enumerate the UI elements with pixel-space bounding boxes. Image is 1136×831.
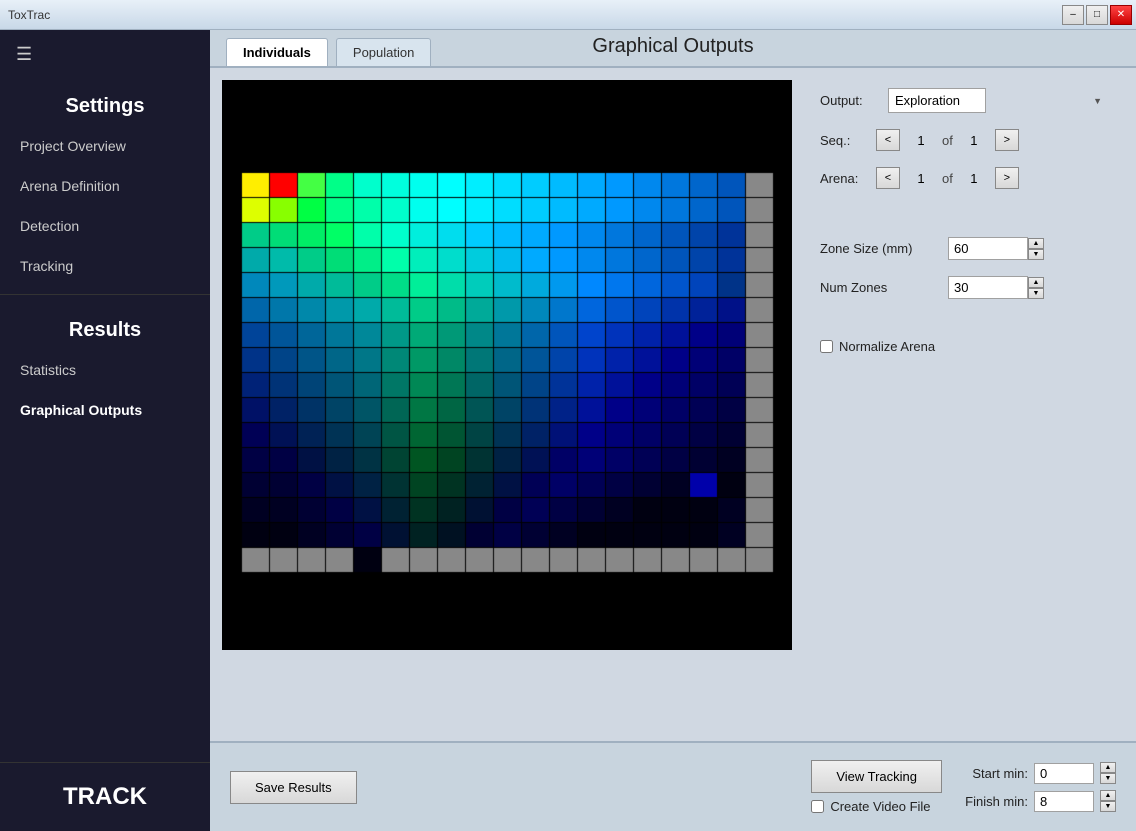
finish-min-input[interactable] bbox=[1034, 791, 1094, 812]
create-video-row: Create Video File bbox=[811, 799, 930, 814]
sidebar: ☰ Settings Project Overview Arena Defini… bbox=[0, 30, 210, 831]
zone-size-down[interactable]: ▼ bbox=[1028, 249, 1044, 260]
num-zones-buttons: ▲ ▼ bbox=[1028, 277, 1044, 299]
arena-of: of bbox=[942, 171, 953, 186]
output-label: Output: bbox=[820, 93, 880, 108]
tab-population[interactable]: Population bbox=[336, 38, 431, 66]
zone-size-row: Zone Size (mm) ▲ ▼ bbox=[820, 237, 1108, 260]
bottom-bar: Save Results View Tracking Create Video … bbox=[210, 741, 1136, 831]
num-zones-row: Num Zones ▲ ▼ bbox=[820, 276, 1108, 299]
output-select[interactable]: Exploration Heatmap Trajectory bbox=[888, 88, 986, 113]
start-min-label: Start min: bbox=[958, 766, 1028, 781]
sidebar-item-statistics[interactable]: Statistics bbox=[0, 350, 210, 390]
close-button[interactable]: ✕ bbox=[1110, 5, 1132, 25]
view-tracking-button[interactable]: View Tracking bbox=[811, 760, 942, 793]
bottom-right: View Tracking Create Video File Start mi… bbox=[811, 760, 1116, 814]
num-zones-up[interactable]: ▲ bbox=[1028, 277, 1044, 288]
num-zones-input[interactable] bbox=[948, 276, 1028, 299]
start-min-down[interactable]: ▼ bbox=[1100, 773, 1116, 784]
finish-min-down[interactable]: ▼ bbox=[1100, 801, 1116, 812]
zone-size-spinner: ▲ ▼ bbox=[948, 237, 1044, 260]
normalize-row: Normalize Arena bbox=[820, 339, 1108, 354]
window-controls: – □ ✕ bbox=[1062, 5, 1132, 25]
zone-size-buttons: ▲ ▼ bbox=[1028, 238, 1044, 260]
app-container: ☰ Settings Project Overview Arena Defini… bbox=[0, 30, 1136, 831]
start-min-row: Start min: ▲ ▼ bbox=[958, 762, 1116, 784]
sidebar-item-graphical-outputs[interactable]: Graphical Outputs bbox=[0, 390, 210, 430]
arena-next-button[interactable]: > bbox=[995, 167, 1019, 189]
maximize-button[interactable]: □ bbox=[1086, 5, 1108, 25]
create-video-label[interactable]: Create Video File bbox=[830, 799, 930, 814]
seq-total: 1 bbox=[959, 133, 989, 148]
start-min-input[interactable] bbox=[1034, 763, 1094, 784]
sidebar-item-detection[interactable]: Detection bbox=[0, 206, 210, 246]
time-controls: Start min: ▲ ▼ Finish min: ▲ ▼ bbox=[958, 762, 1116, 812]
zone-size-input[interactable] bbox=[948, 237, 1028, 260]
settings-section-title: Settings bbox=[0, 79, 210, 126]
normalize-label[interactable]: Normalize Arena bbox=[839, 339, 935, 354]
menu-button[interactable]: ☰ bbox=[0, 30, 210, 79]
finish-min-row: Finish min: ▲ ▼ bbox=[958, 790, 1116, 812]
arena-current: 1 bbox=[906, 171, 936, 186]
sidebar-item-project-overview[interactable]: Project Overview bbox=[0, 126, 210, 166]
arena-row: Arena: < 1 of 1 > bbox=[820, 167, 1108, 189]
save-results-button[interactable]: Save Results bbox=[230, 771, 357, 804]
content-header: Individuals Population Graphical Outputs bbox=[210, 30, 1136, 68]
arena-total: 1 bbox=[959, 171, 989, 186]
sidebar-item-arena-definition[interactable]: Arena Definition bbox=[0, 166, 210, 206]
heatmap-container bbox=[222, 80, 792, 650]
sidebar-spacer bbox=[0, 430, 210, 762]
arena-prev-button[interactable]: < bbox=[876, 167, 900, 189]
minimize-button[interactable]: – bbox=[1062, 5, 1084, 25]
content-body: Output: Exploration Heatmap Trajectory S… bbox=[210, 68, 1136, 741]
app-title: ToxTrac bbox=[8, 8, 50, 22]
seq-next-button[interactable]: > bbox=[995, 129, 1019, 151]
sidebar-divider bbox=[0, 294, 210, 295]
normalize-checkbox[interactable] bbox=[820, 340, 833, 353]
heatmap-canvas bbox=[237, 88, 777, 643]
num-zones-spinner: ▲ ▼ bbox=[948, 276, 1044, 299]
controls-panel: Output: Exploration Heatmap Trajectory S… bbox=[804, 80, 1124, 729]
seq-label: Seq.: bbox=[820, 133, 870, 148]
sidebar-item-tracking[interactable]: Tracking bbox=[0, 246, 210, 286]
start-min-buttons: ▲ ▼ bbox=[1100, 762, 1116, 784]
results-section-title: Results bbox=[0, 303, 210, 350]
track-button[interactable]: TRACK bbox=[0, 762, 210, 831]
finish-min-buttons: ▲ ▼ bbox=[1100, 790, 1116, 812]
finish-min-label: Finish min: bbox=[958, 794, 1028, 809]
tab-individuals[interactable]: Individuals bbox=[226, 38, 328, 66]
num-zones-label: Num Zones bbox=[820, 280, 940, 295]
title-bar: ToxTrac – □ ✕ bbox=[0, 0, 1136, 30]
output-row: Output: Exploration Heatmap Trajectory bbox=[820, 88, 1108, 113]
num-zones-down[interactable]: ▼ bbox=[1028, 288, 1044, 299]
arena-label: Arena: bbox=[820, 171, 870, 186]
zone-size-up[interactable]: ▲ bbox=[1028, 238, 1044, 249]
finish-min-up[interactable]: ▲ bbox=[1100, 790, 1116, 801]
page-title: Graphical Outputs bbox=[592, 35, 753, 58]
main-content: Individuals Population Graphical Outputs… bbox=[210, 30, 1136, 831]
start-min-up[interactable]: ▲ bbox=[1100, 762, 1116, 773]
output-select-wrapper: Exploration Heatmap Trajectory bbox=[888, 88, 1108, 113]
seq-of: of bbox=[942, 133, 953, 148]
seq-current: 1 bbox=[906, 133, 936, 148]
seq-row: Seq.: < 1 of 1 > bbox=[820, 129, 1108, 151]
seq-prev-button[interactable]: < bbox=[876, 129, 900, 151]
create-video-checkbox[interactable] bbox=[811, 800, 824, 813]
zone-size-label: Zone Size (mm) bbox=[820, 241, 940, 256]
